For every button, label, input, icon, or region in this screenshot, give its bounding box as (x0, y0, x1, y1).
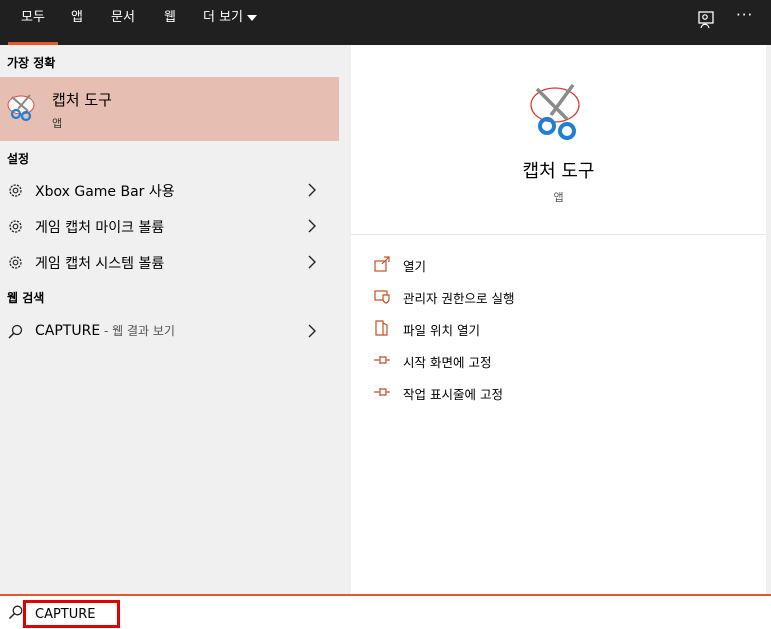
pin-icon (374, 356, 390, 364)
tab-all-label: 모두 (21, 10, 45, 25)
action-open-file-location[interactable]: 파일 위치 열기 (373, 317, 673, 341)
chevron-right-icon (308, 255, 316, 269)
settings-item-xbox-game-bar[interactable]: Xbox Game Bar 사용 (0, 173, 339, 207)
tab-web[interactable]: 웹 (164, 0, 176, 45)
action-label: 관리자 권한으로 실행 (403, 291, 515, 306)
web-search-heading: 웹 검색 (7, 291, 45, 305)
snipping-tool-icon (7, 94, 35, 122)
tab-apps[interactable]: 앱 (71, 0, 83, 45)
tab-more[interactable]: 더 보기 (203, 0, 258, 45)
action-label: 시작 화면에 고정 (403, 355, 492, 370)
web-search-item[interactable]: CAPTURE - 웹 결과 보기 (0, 314, 339, 348)
web-search-query: CAPTURE (35, 323, 101, 339)
action-label: 파일 위치 열기 (403, 323, 480, 338)
tab-web-label: 웹 (164, 10, 176, 25)
tab-documents[interactable]: 문서 (111, 0, 135, 45)
chevron-right-icon (308, 219, 316, 233)
detail-subtitle: 앱 (553, 191, 564, 204)
gear-icon (9, 256, 22, 269)
snipping-tool-icon (530, 83, 580, 140)
web-search-suffix: - 웹 결과 보기 (100, 324, 175, 338)
action-run-as-admin[interactable]: 관리자 권한으로 실행 (373, 285, 673, 309)
pin-icon (374, 388, 390, 396)
divider (351, 234, 766, 235)
search-icon (8, 324, 23, 339)
best-match-heading: 가장 정확 (7, 56, 56, 70)
best-match-title: 캡처 도구 (52, 91, 112, 109)
tab-all[interactable]: 모두 (8, 0, 58, 45)
detail-title: 캡처 도구 (522, 161, 595, 182)
settings-item-game-capture-system[interactable]: 게임 캡처 시스템 볼륨 (0, 245, 339, 279)
best-match-subtitle: 앱 (52, 117, 63, 130)
web-search-label: CAPTURE - 웹 결과 보기 (35, 322, 175, 339)
action-label: 열기 (403, 259, 427, 274)
search-icon (8, 605, 23, 620)
results-pane: 가장 정확 캡처 도구 앱 설정 Xbox Game Bar 사용 게임 캡처 … (0, 45, 339, 594)
action-open[interactable]: 열기 (373, 253, 673, 277)
open-icon (374, 256, 390, 272)
tab-apps-label: 앱 (71, 10, 83, 25)
search-bar (0, 594, 771, 629)
settings-item-label: 게임 캡처 마이크 볼륨 (35, 220, 165, 236)
tab-more-label: 더 보기 (203, 10, 244, 25)
search-input[interactable] (23, 600, 120, 628)
admin-shield-icon (374, 290, 390, 304)
tab-documents-label: 문서 (111, 10, 135, 25)
file-location-icon (375, 320, 388, 336)
action-label: 작업 표시줄에 고정 (403, 387, 503, 402)
feedback-icon[interactable] (694, 8, 718, 32)
settings-item-label: Xbox Game Bar 사용 (35, 184, 175, 200)
action-pin-to-start[interactable]: 시작 화면에 고정 (373, 349, 673, 373)
chevron-right-icon (308, 324, 316, 338)
best-match-item[interactable]: 캡처 도구 앱 (0, 77, 339, 141)
detail-pane: 캡처 도구 앱 열기 관리자 권한으로 실행 파일 위치 열기 시작 화면에 고… (351, 45, 766, 594)
chevron-down-icon (247, 14, 258, 21)
gear-icon (9, 220, 22, 233)
settings-heading: 설정 (7, 152, 30, 166)
settings-item-label: 게임 캡처 시스템 볼륨 (35, 256, 165, 272)
chevron-right-icon (308, 183, 316, 197)
settings-item-game-capture-mic[interactable]: 게임 캡처 마이크 볼륨 (0, 209, 339, 243)
gear-icon (9, 184, 22, 197)
action-pin-to-taskbar[interactable]: 작업 표시줄에 고정 (373, 381, 673, 405)
more-options-icon[interactable]: ··· (736, 6, 760, 30)
search-filter-bar: 모두 앱 문서 웹 더 보기 ··· (0, 0, 771, 45)
